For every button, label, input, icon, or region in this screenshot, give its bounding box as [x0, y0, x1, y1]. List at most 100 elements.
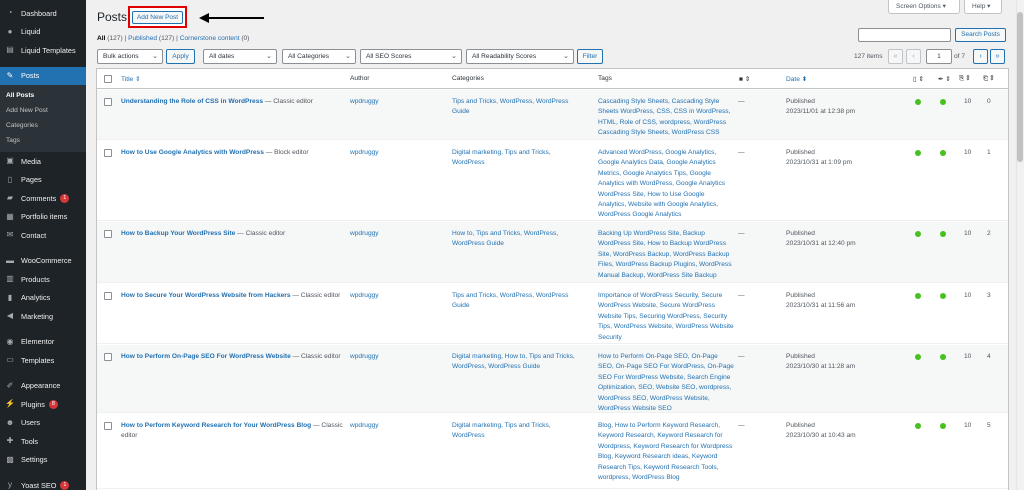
- bulk-actions-select[interactable]: Bulk actions ⌄: [97, 49, 163, 64]
- post-tags[interactable]: Importance of WordPress Security, Secure…: [598, 291, 734, 343]
- row-checkbox[interactable]: [104, 353, 112, 361]
- sidebar-item-contact[interactable]: ✉ Contact: [0, 226, 86, 245]
- first-page-button[interactable]: «: [888, 49, 903, 64]
- filter-published-count: (127): [158, 35, 175, 42]
- post-date: Published 2023/10/30 at 11:28 am: [786, 352, 881, 373]
- table-row: How to Use Google Analytics with WordPre…: [97, 141, 1008, 221]
- categories-select[interactable]: All Categories ⌄: [282, 49, 356, 64]
- post-status: Published: [786, 292, 815, 299]
- column-title[interactable]: Title ⇕: [121, 75, 141, 83]
- sidebar-item-woocommerce[interactable]: ▬ WooCommerce: [0, 252, 86, 271]
- dates-select[interactable]: All dates ⌄: [203, 49, 277, 64]
- post-title-link[interactable]: How to Backup Your WordPress Site: [121, 230, 235, 237]
- post-author-link[interactable]: wpdruggy: [350, 352, 379, 362]
- post-tags[interactable]: Cascading Style Sheets, Cascading Style …: [598, 97, 734, 139]
- sidebar-item-analytics[interactable]: ▮ Analytics: [0, 289, 86, 308]
- post-categories[interactable]: How to, Tips and Tricks, WordPress, Word…: [452, 229, 582, 250]
- post-categories[interactable]: Digital marketing, How to, Tips and Tric…: [452, 352, 582, 373]
- post-title-link[interactable]: How to Perform On-Page SEO For WordPress…: [121, 353, 291, 360]
- post-categories[interactable]: Tips and Tricks, WordPress, WordPress Gu…: [452, 291, 582, 312]
- items-count: 127 items: [854, 53, 883, 60]
- sidebar-item-posts[interactable]: ✎ Posts: [0, 66, 86, 85]
- sidebar-item-portfolio[interactable]: ▦ Portfolio items: [0, 208, 86, 227]
- post-author-link[interactable]: wpdruggy: [350, 148, 379, 158]
- filter-all[interactable]: All: [97, 35, 105, 42]
- sidebar-item-users[interactable]: ☻ Users: [0, 414, 86, 433]
- sidebar-item-elementor[interactable]: ◉ Elementor: [0, 333, 86, 352]
- help-button[interactable]: Help ▾: [964, 0, 1002, 14]
- post-author-link[interactable]: wpdruggy: [350, 291, 379, 301]
- column-seo-score[interactable]: ▯ ⇕: [913, 75, 924, 83]
- filter-button[interactable]: Filter: [577, 49, 603, 64]
- post-tags[interactable]: How to Perform On-Page SEO, On-Page SEO,…: [598, 352, 734, 414]
- sidebar-item-comments[interactable]: ▰ Comments 1: [0, 189, 86, 208]
- prev-page-button[interactable]: ‹: [906, 49, 921, 64]
- post-title-link[interactable]: How to Use Google Analytics with WordPre…: [121, 149, 264, 156]
- post-tags[interactable]: Blog, How to Perform Keyword Research, K…: [598, 421, 734, 483]
- post-title-link[interactable]: How to Secure Your WordPress Website fro…: [121, 292, 291, 299]
- seo-score-good-icon: [915, 354, 921, 360]
- readability-scores-select[interactable]: All Readability Scores ⌄: [466, 49, 574, 64]
- select-all-checkbox[interactable]: [104, 75, 112, 83]
- post-title-link[interactable]: Understanding the Role of CSS in WordPre…: [121, 98, 263, 105]
- sidebar-item-plugins[interactable]: ⚡ Plugins 8: [0, 395, 86, 414]
- sidebar-item-liquid[interactable]: ● Liquid: [0, 23, 86, 42]
- post-tags[interactable]: Backing Up WordPress Site, Backup WordPr…: [598, 229, 734, 281]
- screen-options-button[interactable]: Screen Options ▾: [888, 0, 960, 14]
- column-incoming-links[interactable]: ⎗ ⇕: [983, 75, 994, 83]
- post-tags[interactable]: Advanced WordPress, Google Analytics, Go…: [598, 148, 734, 221]
- seo-scores-select[interactable]: All SEO Scores ⌄: [360, 49, 462, 64]
- column-readability[interactable]: ✒ ⇕: [938, 75, 951, 83]
- sidebar-item-appearance[interactable]: ✐ Appearance: [0, 377, 86, 396]
- apply-button[interactable]: Apply: [166, 49, 195, 64]
- sort-desc-icon: ⬍: [801, 76, 808, 83]
- page-scrollbar[interactable]: [1016, 0, 1024, 490]
- column-date[interactable]: Date ⬍: [786, 75, 807, 83]
- post-date: Published 2023/10/31 at 1:09 pm: [786, 148, 881, 169]
- column-comments[interactable]: ■ ⇕: [739, 75, 750, 83]
- submenu-all-posts[interactable]: All Posts: [0, 88, 86, 103]
- post-author-link[interactable]: wpdruggy: [350, 97, 379, 107]
- post-categories[interactable]: Tips and Tricks, WordPress, WordPress Gu…: [452, 97, 582, 118]
- sidebar-item-templates[interactable]: ▭ Templates: [0, 351, 86, 370]
- sort-icon: ⇕: [918, 76, 925, 83]
- submenu-add-new-post[interactable]: Add New Post: [0, 103, 86, 118]
- sidebar-item-pages[interactable]: ▯ Pages: [0, 171, 86, 190]
- post-author-link[interactable]: wpdruggy: [350, 421, 379, 431]
- sidebar-item-settings[interactable]: ▩ Settings: [0, 451, 86, 470]
- sidebar-item-dashboard[interactable]: ◔ Dashboard: [0, 4, 86, 23]
- filter-cornerstone[interactable]: Cornerstone content: [180, 35, 240, 42]
- next-page-button[interactable]: ›: [973, 49, 988, 64]
- current-page-input[interactable]: 1: [926, 49, 952, 64]
- post-title-link[interactable]: How to Perform Keyword Research for Your…: [121, 422, 311, 429]
- row-checkbox[interactable]: [104, 230, 112, 238]
- scrollbar-thumb[interactable]: [1017, 12, 1023, 162]
- column-outgoing-links[interactable]: ⎘ ⇕: [959, 75, 970, 83]
- last-page-button[interactable]: »: [990, 49, 1005, 64]
- sidebar-item-tools[interactable]: ✚ Tools: [0, 432, 86, 451]
- post-author-link[interactable]: wpdruggy: [350, 229, 379, 239]
- sidebar-item-yoast-seo[interactable]: y Yoast SEO 1: [0, 476, 86, 490]
- readability-good-icon: [940, 99, 946, 105]
- add-new-post-highlight: Add New Post: [128, 6, 187, 28]
- row-checkbox[interactable]: [104, 149, 112, 157]
- post-comments: —: [738, 149, 745, 156]
- submenu-categories[interactable]: Categories: [0, 118, 86, 133]
- sidebar-item-products[interactable]: ▥ Products: [0, 270, 86, 289]
- row-checkbox[interactable]: [104, 292, 112, 300]
- sidebar-item-media[interactable]: ▣ Media: [0, 152, 86, 171]
- search-posts-button[interactable]: Search Posts: [955, 28, 1006, 42]
- sidebar-item-marketing[interactable]: ◀ Marketing: [0, 307, 86, 326]
- row-checkbox[interactable]: [104, 422, 112, 430]
- submenu-tags[interactable]: Tags: [0, 133, 86, 148]
- filter-published[interactable]: Published: [128, 35, 157, 42]
- seo-score-good-icon: [915, 423, 921, 429]
- search-posts-input[interactable]: [858, 28, 951, 42]
- post-date-value: 2023/11/01 at 12:38 pm: [786, 108, 856, 116]
- user-icon: ☻: [5, 417, 15, 427]
- post-categories[interactable]: Digital marketing, Tips and Tricks, Word…: [452, 148, 582, 169]
- add-new-post-button[interactable]: Add New Post: [132, 11, 183, 24]
- sidebar-item-liquid-templates[interactable]: ▤ Liquid Templates: [0, 41, 86, 60]
- row-checkbox[interactable]: [104, 98, 112, 106]
- post-categories[interactable]: Digital marketing, Tips and Tricks, Word…: [452, 421, 582, 442]
